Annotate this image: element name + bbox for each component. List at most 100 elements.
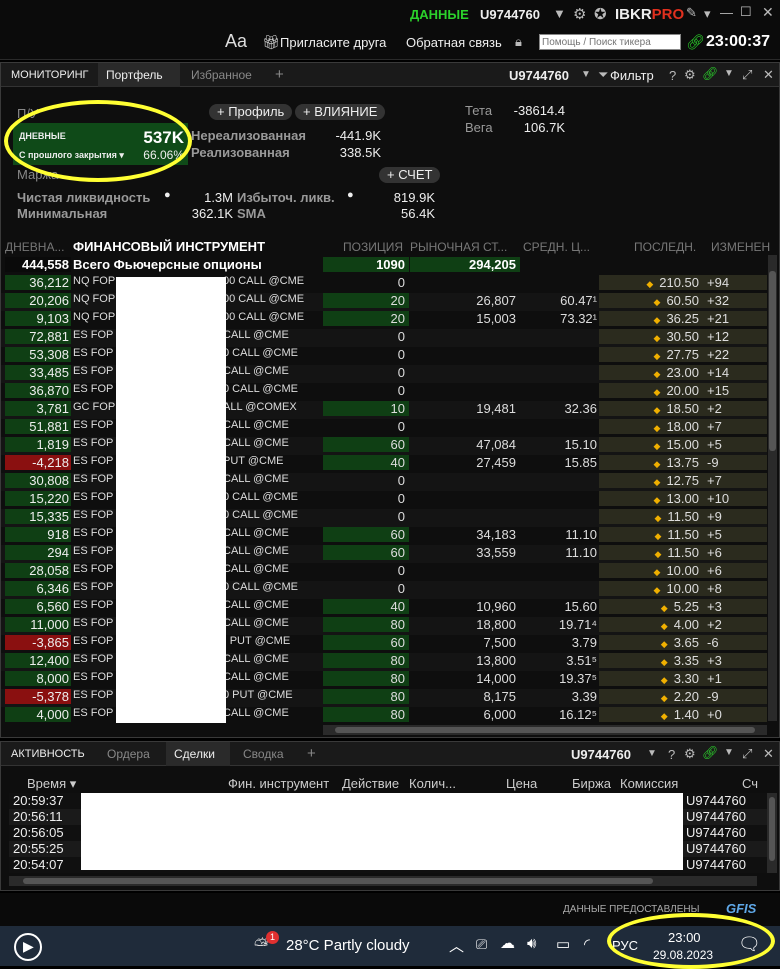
col-price[interactable]: Цена xyxy=(506,776,537,791)
chevron-up-icon[interactable]: ︿ xyxy=(449,935,464,956)
change-cell: +22 xyxy=(705,347,767,362)
link-icon[interactable]: 🔗︎ xyxy=(702,66,719,82)
maximize-icon[interactable]: ⤢ xyxy=(742,746,752,762)
tab-monitoring[interactable]: МОНИТОРИНГ xyxy=(3,63,97,87)
panel-tab-bar: МОНИТОРИНГ Портфель Избранное + U9744760… xyxy=(1,63,779,87)
close-icon[interactable]: ✕ xyxy=(763,67,774,83)
invite-friend-link[interactable]: Пригласите друга xyxy=(280,35,386,50)
help-button[interactable]: ? xyxy=(668,747,675,762)
add-tab-button[interactable]: + xyxy=(267,63,292,87)
battery-icon[interactable]: ▭ xyxy=(556,935,570,953)
daily-pnl-cell: 6,346 xyxy=(5,581,71,596)
filter-button[interactable]: Фильтр xyxy=(610,68,654,83)
info-icon[interactable]: ●︎ xyxy=(347,189,354,201)
support-icon[interactable]: ✪ xyxy=(594,5,607,23)
meet-icon[interactable]: ⎚ xyxy=(476,936,487,953)
font-size-button[interactable]: Aa xyxy=(225,31,247,52)
market-value-cell: 26,807 xyxy=(476,293,516,308)
total-row[interactable]: 444,558 Всего Фьючерсные опционы 1090 29… xyxy=(1,257,767,275)
link-icon[interactable]: 🔗︎ xyxy=(702,745,719,761)
col-action[interactable]: Действие xyxy=(342,776,399,791)
cloud-icon[interactable]: ☁ xyxy=(500,934,515,952)
chevron-down-icon[interactable]: ▼ xyxy=(581,69,591,80)
horizontal-scrollbar[interactable] xyxy=(9,876,757,886)
gear-icon[interactable]: ⚙ xyxy=(684,67,696,83)
col-market-value[interactable]: РЫНОЧНАЯ СТ... xyxy=(410,240,507,254)
panel-account-id[interactable]: U9744760 xyxy=(571,747,631,762)
last-price-cell: ◆ 1.40 xyxy=(599,707,705,722)
col-instrument[interactable]: Фин. инструмент xyxy=(228,776,329,791)
account-id[interactable]: U9744760 xyxy=(480,7,540,22)
tab-trades[interactable]: Сделки xyxy=(166,742,230,766)
instrument-contract: 0 PUT @CME xyxy=(223,689,293,701)
chevron-down-icon[interactable]: ▼ xyxy=(647,748,657,759)
col-avg-price[interactable]: СРЕДН. Ц... xyxy=(523,240,590,254)
scrollbar-thumb[interactable] xyxy=(769,797,775,861)
impact-button[interactable]: + ВЛИЯНИЕ xyxy=(295,104,386,120)
tab-orders[interactable]: Ордера xyxy=(99,742,158,766)
add-tab-button[interactable]: + xyxy=(299,742,324,766)
media-play-icon[interactable]: ▶ xyxy=(14,933,42,961)
feedback-link[interactable]: Обратная связь xyxy=(406,35,502,50)
trade-account: U9744760 xyxy=(686,793,746,808)
tab-portfolio[interactable]: Портфель xyxy=(98,63,180,87)
position-cell: 80 xyxy=(323,617,409,632)
col-instrument[interactable]: ФИНАНСОВЫЙ ИНСТРУМЕНТ xyxy=(73,239,265,254)
last-price-cell: ◆ 18.50 xyxy=(599,401,705,416)
net-liquidity-label: Чистая ликвидность xyxy=(17,190,151,205)
lock-icon[interactable]: 🔒︎ xyxy=(515,34,522,50)
scrollbar-thumb[interactable] xyxy=(335,727,755,733)
maximize-icon[interactable]: ☐ xyxy=(740,4,752,20)
volume-icon[interactable]: 🔊︎ xyxy=(527,935,536,952)
col-quantity[interactable]: Колич... xyxy=(409,776,456,791)
col-exchange[interactable]: Биржа xyxy=(572,776,611,791)
minimize-icon[interactable]: — xyxy=(720,5,733,20)
diamond-icon: ◆ xyxy=(654,549,662,559)
tab-summary[interactable]: Сводка xyxy=(235,742,292,766)
last-price-value: 5.25 xyxy=(673,599,699,614)
panel-account-id[interactable]: U9744760 xyxy=(509,68,569,83)
filter-icon[interactable]: ⏷ xyxy=(598,67,608,83)
gear-icon[interactable]: ⚙ xyxy=(684,746,696,762)
col-time[interactable]: Время ▾ xyxy=(27,776,76,792)
scrollbar-thumb[interactable] xyxy=(769,271,776,451)
weather-text[interactable]: 28°C Partly cloudy xyxy=(286,937,410,954)
col-commission[interactable]: Комиссия xyxy=(620,776,678,791)
tab-activity[interactable]: АКТИВНОСТЬ xyxy=(3,742,93,766)
last-price-value: 1.40 xyxy=(673,707,699,722)
col-change[interactable]: ИЗМЕНЕН xyxy=(711,240,770,254)
col-position[interactable]: ПОЗИЦИЯ xyxy=(343,240,403,254)
gear-icon[interactable]: ⚙ xyxy=(573,5,586,23)
pin-icon[interactable]: ✎ xyxy=(686,5,697,21)
instrument-contract: 00 CALL @CME xyxy=(223,311,305,323)
market-value-cell: 19,481 xyxy=(476,401,516,416)
daily-pnl-cell: 12,400 xyxy=(5,653,71,668)
vertical-scrollbar[interactable] xyxy=(767,793,777,873)
maximize-icon[interactable]: ⤢ xyxy=(742,67,752,83)
close-icon[interactable]: ✕ xyxy=(762,4,774,21)
link-icon[interactable]: 🔗︎ xyxy=(686,33,705,51)
chevron-down-icon[interactable]: ▼ xyxy=(724,68,734,79)
col-account[interactable]: Сч xyxy=(742,776,758,791)
change-cell: +7 xyxy=(705,473,767,488)
tab-favorites[interactable]: Избранное xyxy=(183,63,260,87)
change-cell: +8 xyxy=(705,581,767,596)
account-button[interactable]: + СЧЕТ xyxy=(379,167,441,183)
chevron-down-icon[interactable]: ▼ xyxy=(553,6,566,21)
col-last[interactable]: ПОСЛЕДН. xyxy=(634,240,696,254)
activity-panel: АКТИВНОСТЬ Ордера Сделки Сводка + U97447… xyxy=(0,741,780,891)
close-icon[interactable]: ✕ xyxy=(763,746,774,762)
chevron-down-icon[interactable]: ▾ xyxy=(704,6,711,22)
col-daily-pnl[interactable]: ДНЕВНА... xyxy=(5,240,64,254)
horizontal-scrollbar[interactable] xyxy=(323,725,767,735)
last-price-cell: ◆ 10.00 xyxy=(599,563,705,578)
scrollbar-thumb[interactable] xyxy=(23,878,653,884)
help-search-input[interactable] xyxy=(539,34,681,50)
info-icon[interactable]: ●︎ xyxy=(164,189,171,201)
help-button[interactable]: ? xyxy=(669,68,676,83)
wifi-icon[interactable]: ◜ xyxy=(584,935,590,953)
vertical-scrollbar[interactable] xyxy=(768,255,777,721)
chevron-down-icon[interactable]: ▼ xyxy=(724,747,734,758)
profile-button[interactable]: + Профиль xyxy=(209,104,293,120)
avg-price-cell: 3.79 xyxy=(571,635,597,650)
